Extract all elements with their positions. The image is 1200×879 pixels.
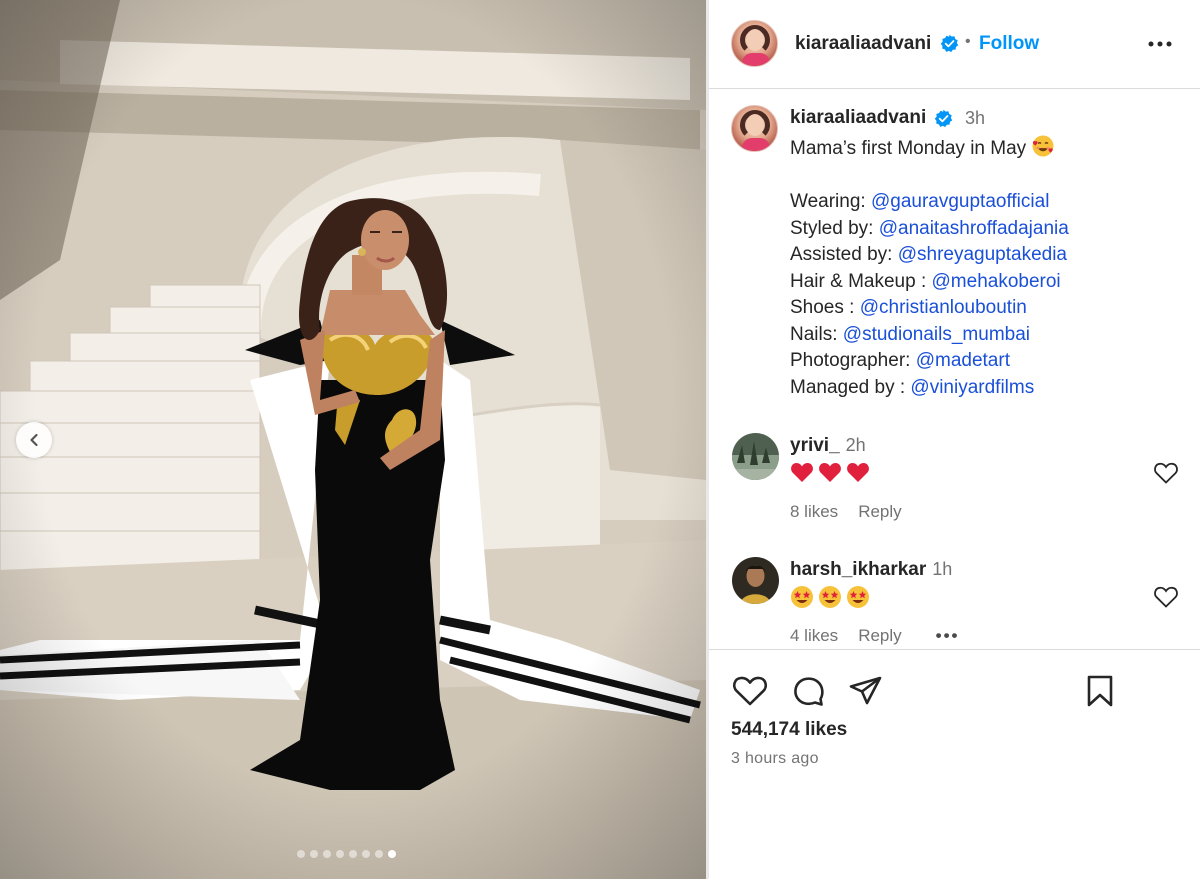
credit-label: Shoes : <box>790 297 855 318</box>
caption-text: Mama’s first Monday in May Wearing: @gau… <box>790 134 1190 401</box>
mention-link[interactable]: @viniyardfilms <box>910 377 1034 398</box>
credit-line: Styled by: @anaitashroffadajania <box>790 216 1190 243</box>
reply-button[interactable]: Reply <box>858 502 901 522</box>
mention-link[interactable]: @mehakoberoi <box>932 271 1061 292</box>
mention-link[interactable]: @madetart <box>916 350 1010 371</box>
comments-scroll-area[interactable]: kiaraaliaadvani 3h Mama’s first Monday i… <box>709 89 1200 649</box>
chevron-left-icon <box>30 433 38 447</box>
carousel-indicator <box>297 850 396 858</box>
caption-credits: Wearing: @gauravguptaofficial Styled by: … <box>790 189 1190 401</box>
comment-username[interactable]: harsh_ikharkar <box>790 559 926 580</box>
credit-label: Wearing: <box>790 191 866 212</box>
credit-label: Assisted by: <box>790 244 893 265</box>
star-struck-emoji <box>819 586 841 608</box>
caption-first-line: Mama’s first Monday in May <box>790 138 1027 159</box>
author-username[interactable]: kiaraaliaadvani <box>795 33 931 55</box>
reply-button[interactable]: Reply <box>858 626 901 646</box>
commenter-avatar[interactable] <box>732 433 779 480</box>
heart-emoji <box>791 463 813 482</box>
heart-emoji <box>847 463 869 482</box>
post-media[interactable] <box>0 0 706 879</box>
mention-link[interactable]: @shreyaguptakedia <box>898 244 1067 265</box>
author-avatar[interactable] <box>731 20 778 67</box>
post-details-panel: kiaraaliaadvani • Follow kiaraaliaadvani… <box>709 0 1200 879</box>
carousel-dot <box>388 850 396 858</box>
post-header: kiaraaliaadvani • Follow <box>709 0 1200 89</box>
carousel-dot <box>336 850 344 858</box>
star-struck-emoji <box>847 586 869 608</box>
credit-line: Nails: @studionails_mumbai <box>790 322 1190 349</box>
credit-line: Hair & Makeup : @mehakoberoi <box>790 269 1190 296</box>
star-struck-emoji <box>791 586 813 608</box>
commenter-avatar-image <box>732 433 779 480</box>
carousel-dot <box>362 850 370 858</box>
carousel-dot <box>297 850 305 858</box>
heart-icon[interactable] <box>1153 461 1179 485</box>
verified-badge-icon <box>940 34 959 53</box>
comment-time[interactable]: 2h <box>846 435 866 455</box>
bookmark-icon[interactable] <box>1081 672 1119 710</box>
heart-icon[interactable] <box>731 672 769 710</box>
post-timestamp[interactable]: 3 hours ago <box>731 750 819 768</box>
credit-line: Assisted by: @shreyaguptakedia <box>790 242 1190 269</box>
mention-link[interactable]: @christianlouboutin <box>860 297 1027 318</box>
comment-icon[interactable] <box>789 672 827 710</box>
comment-likes[interactable]: 8 likes <box>790 502 838 522</box>
credit-line: Photographer: @madetart <box>790 348 1190 375</box>
comment-text <box>790 585 870 609</box>
mention-link[interactable]: @gauravguptaofficial <box>871 191 1049 212</box>
carousel-dot <box>349 850 357 858</box>
mention-link[interactable]: @anaitashroffadajania <box>879 218 1069 239</box>
mention-link[interactable]: @studionails_mumbai <box>843 324 1030 345</box>
heart-icon[interactable] <box>1153 585 1179 609</box>
comment-likes[interactable]: 4 likes <box>790 626 838 646</box>
likes-count[interactable]: 544,174 likes <box>731 719 847 741</box>
credit-line: Managed by : @viniyardfilms <box>790 375 1190 402</box>
header-separator: • <box>965 33 971 50</box>
caption-username[interactable]: kiaraaliaadvani <box>790 107 926 129</box>
comment-text <box>790 461 870 483</box>
comment-more-options[interactable]: ••• <box>936 626 960 646</box>
more-options-icon[interactable] <box>1147 32 1173 56</box>
post-actions: 544,174 likes 3 hours ago <box>709 649 1200 879</box>
carousel-prev-button[interactable] <box>16 422 52 458</box>
follow-button[interactable]: Follow <box>979 33 1039 55</box>
credit-line: Wearing: @gauravguptaofficial <box>790 189 1190 216</box>
credit-line: Shoes : @christianlouboutin <box>790 295 1190 322</box>
credit-label: Styled by: <box>790 217 874 239</box>
share-icon[interactable] <box>847 672 885 710</box>
commenter-avatar[interactable] <box>732 557 779 604</box>
carousel-dot <box>310 850 318 858</box>
smiling-face-with-hearts-emoji <box>1032 135 1054 157</box>
credit-label: Nails: <box>790 323 838 345</box>
heart-emoji <box>819 463 841 482</box>
comment-time[interactable]: 1h <box>932 559 952 579</box>
carousel-dot <box>323 850 331 858</box>
credit-label: Hair & Makeup : <box>790 270 927 292</box>
carousel-dot <box>375 850 383 858</box>
caption-time[interactable]: 3h <box>965 108 985 129</box>
post-photo <box>0 0 706 879</box>
commenter-avatar-image <box>732 557 779 604</box>
credit-label: Managed by : <box>790 376 906 398</box>
credit-label: Photographer: <box>790 350 911 371</box>
comment-username[interactable]: yrivi_ <box>790 435 840 456</box>
verified-badge-icon <box>934 109 953 128</box>
caption-author-avatar[interactable] <box>731 105 778 152</box>
